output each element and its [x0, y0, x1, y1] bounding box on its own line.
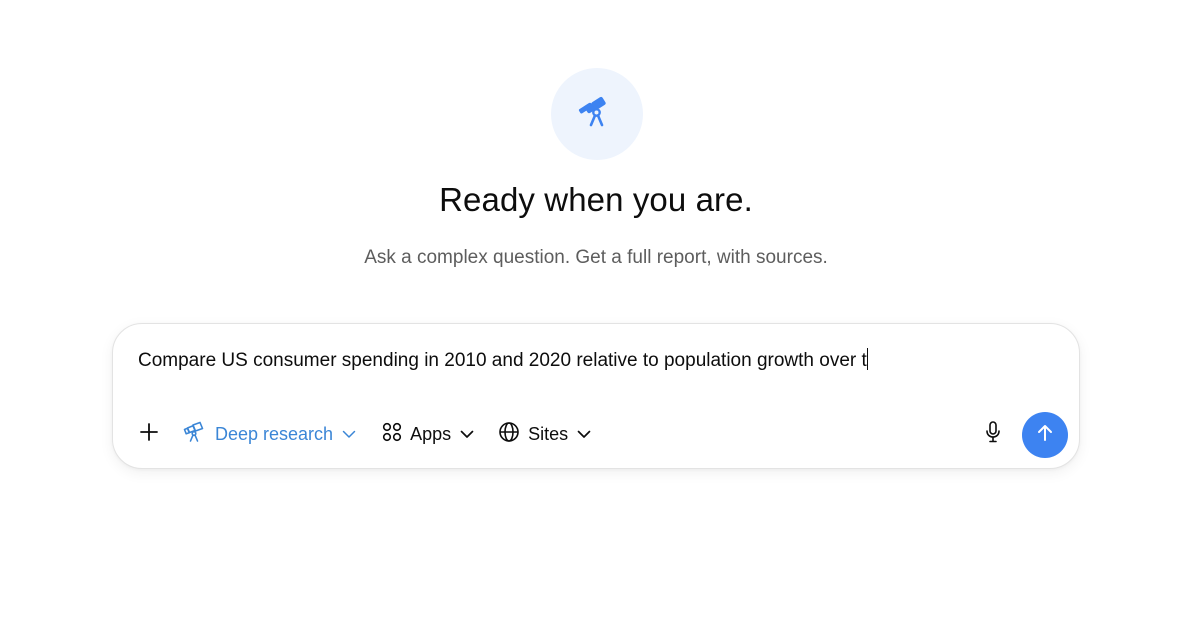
- telescope-icon: [183, 421, 207, 448]
- prompt-composer: Compare US consumer spending in 2010 and…: [112, 323, 1080, 469]
- plus-icon: [139, 422, 159, 447]
- apps-label: Apps: [410, 423, 452, 444]
- text-caret: [866, 348, 869, 370]
- composer-toolbar: Deep research Apps Sites: [131, 414, 597, 454]
- send-button[interactable]: [1022, 412, 1068, 458]
- page-subtitle: Ask a complex question. Get a full repor…: [364, 247, 828, 268]
- add-attachment-button[interactable]: [131, 416, 167, 452]
- arrow-up-icon: [1035, 423, 1055, 448]
- sites-label: Sites: [528, 423, 569, 444]
- chevron-down-icon: [342, 430, 356, 439]
- microphone-icon: [984, 420, 1002, 449]
- telescope-icon: [577, 92, 617, 137]
- globe-icon: [498, 421, 520, 448]
- apps-button[interactable]: Apps: [376, 416, 480, 452]
- chevron-down-icon: [460, 430, 474, 439]
- deep-research-button[interactable]: Deep research: [177, 416, 362, 452]
- page: Ready when you are. Ask a complex questi…: [0, 0, 1200, 624]
- deep-research-label: Deep research: [215, 423, 334, 444]
- apps-grid-icon: [382, 422, 402, 447]
- prompt-input-value[interactable]: Compare US consumer spending in 2010 and…: [138, 350, 867, 371]
- prompt-input[interactable]: Compare US consumer spending in 2010 and…: [138, 348, 869, 372]
- sites-button[interactable]: Sites: [492, 416, 597, 452]
- page-title: Ready when you are.: [439, 181, 753, 218]
- hero-badge: [551, 68, 643, 160]
- chevron-down-icon: [577, 430, 591, 439]
- voice-input-button[interactable]: [979, 420, 1007, 448]
